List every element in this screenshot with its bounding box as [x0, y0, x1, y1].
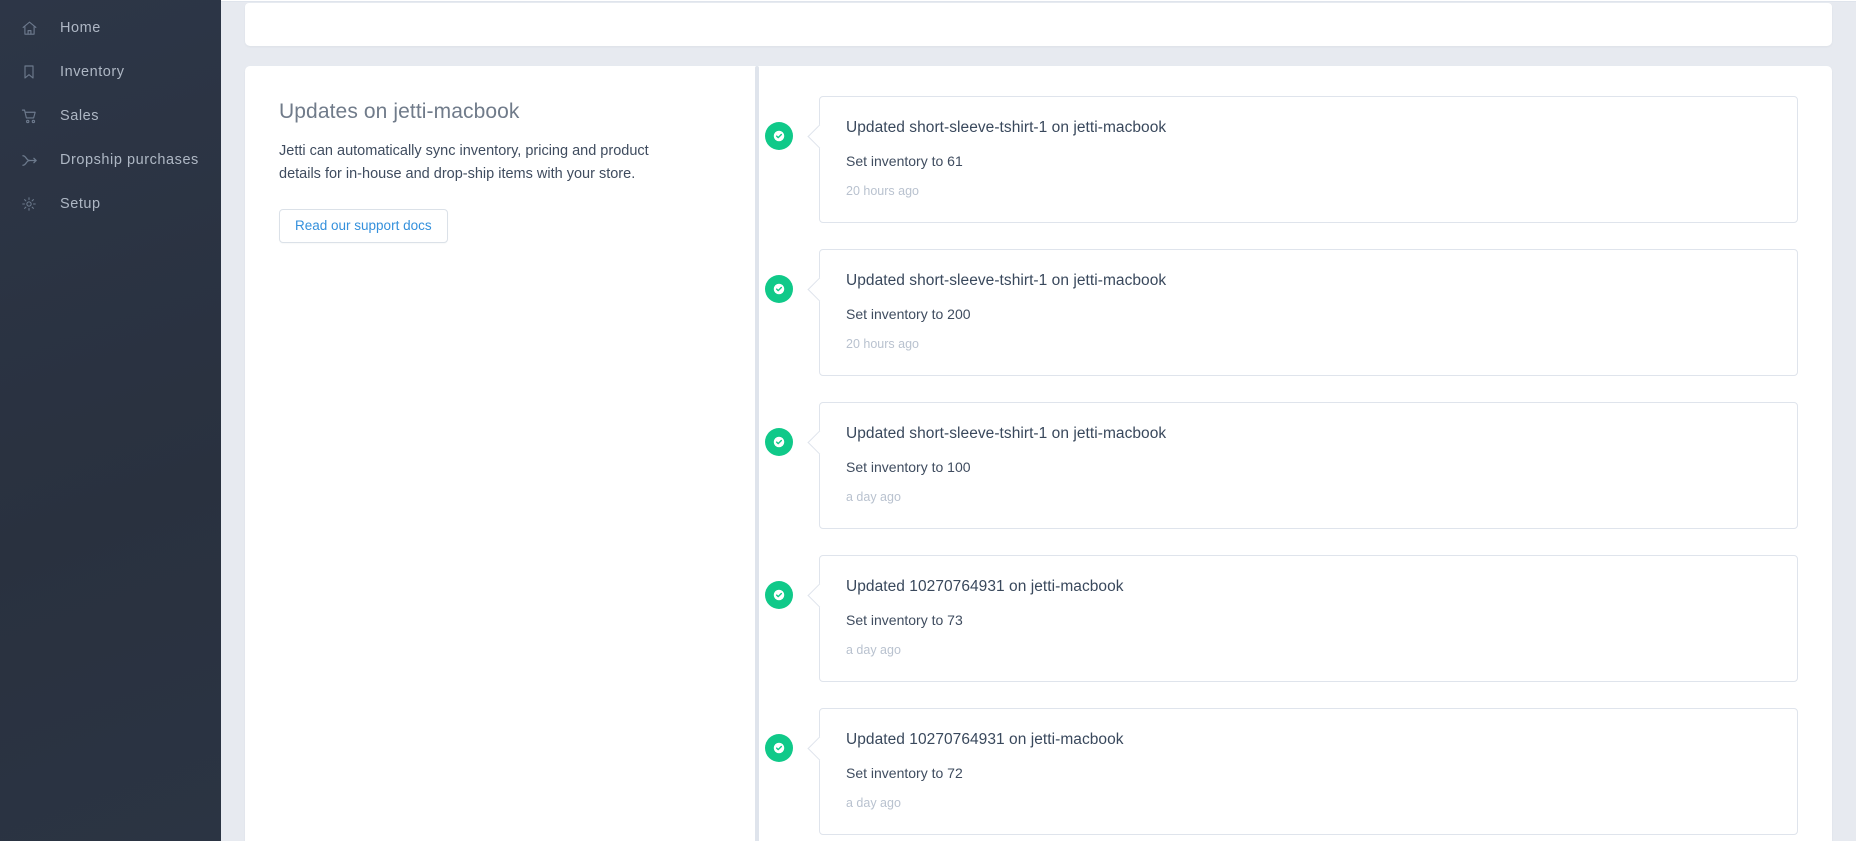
sidebar-item-label: Inventory: [60, 64, 125, 80]
timeline-timestamp: a day ago: [846, 490, 901, 504]
read-support-docs-button[interactable]: Read our support docs: [279, 208, 448, 244]
top-divider: [221, 0, 1856, 2]
timeline-detail: Set inventory to 61: [846, 153, 963, 169]
bookmark-icon: [18, 61, 40, 83]
sidebar-item-label: Setup: [60, 196, 101, 212]
timeline-detail: Set inventory to 100: [846, 459, 971, 475]
timeline-card[interactable]: Updated short-sleeve-tshirt-1 on jetti-m…: [819, 249, 1798, 376]
main-content: Updates on jetti-macbook Jetti can autom…: [221, 0, 1856, 841]
timeline-title: Updated short-sleeve-tshirt-1 on jetti-m…: [846, 425, 1167, 442]
timeline-card[interactable]: Updated short-sleeve-tshirt-1 on jetti-m…: [819, 96, 1798, 223]
timeline-card[interactable]: Updated short-sleeve-tshirt-1 on jetti-m…: [819, 402, 1798, 529]
timeline-timestamp: 20 hours ago: [846, 184, 919, 198]
updates-panel: Updates on jetti-macbook Jetti can autom…: [245, 66, 1832, 841]
timeline-entry: Updated 10270764931 on jetti-macbook Set…: [741, 555, 1798, 682]
timeline-title: Updated short-sleeve-tshirt-1 on jetti-m…: [846, 272, 1167, 289]
timeline-title: Updated 10270764931 on jetti-macbook: [846, 731, 1124, 748]
check-circle-icon: [765, 734, 793, 762]
timeline-title: Updated short-sleeve-tshirt-1 on jetti-m…: [846, 119, 1167, 136]
sidebar-item-dropship-purchases[interactable]: Dropship purchases: [0, 138, 221, 182]
gear-icon: [18, 193, 40, 215]
timeline-entry: Updated short-sleeve-tshirt-1 on jetti-m…: [741, 249, 1798, 376]
sidebar: Home Inventory Sales Dropship purchases …: [0, 0, 221, 841]
page-title: Updates on jetti-macbook: [279, 100, 520, 123]
app-root: Home Inventory Sales Dropship purchases …: [0, 0, 1856, 841]
top-panel-card: [245, 3, 1832, 46]
timeline-entry: Updated 10270764931 on jetti-macbook Set…: [741, 708, 1798, 835]
home-icon: [18, 17, 40, 39]
timeline-entry: Updated short-sleeve-tshirt-1 on jetti-m…: [741, 402, 1798, 529]
sidebar-item-label: Sales: [60, 108, 100, 124]
timeline-title: Updated 10270764931 on jetti-macbook: [846, 578, 1124, 595]
timeline-timestamp: a day ago: [846, 643, 901, 657]
timeline-detail: Set inventory to 73: [846, 612, 963, 628]
check-circle-icon: [765, 275, 793, 303]
updates-info-column: Updates on jetti-macbook Jetti can autom…: [279, 96, 719, 841]
sidebar-item-home[interactable]: Home: [0, 6, 221, 50]
sidebar-item-inventory[interactable]: Inventory: [0, 50, 221, 94]
timeline-timestamp: a day ago: [846, 796, 901, 810]
check-circle-icon: [765, 122, 793, 150]
sidebar-item-label: Home: [60, 20, 101, 36]
updates-timeline: Updated short-sleeve-tshirt-1 on jetti-m…: [719, 66, 1798, 841]
arrow-branch-icon: [18, 149, 40, 171]
check-circle-icon: [765, 428, 793, 456]
timeline-card[interactable]: Updated 10270764931 on jetti-macbook Set…: [819, 708, 1798, 835]
timeline-card[interactable]: Updated 10270764931 on jetti-macbook Set…: [819, 555, 1798, 682]
page-description: Jetti can automatically sync inventory, …: [279, 143, 649, 183]
timeline-detail: Set inventory to 200: [846, 306, 971, 322]
shopping-cart-icon: [18, 105, 40, 127]
sidebar-item-sales[interactable]: Sales: [0, 94, 221, 138]
timeline-timestamp: 20 hours ago: [846, 337, 919, 351]
timeline-detail: Set inventory to 72: [846, 765, 963, 781]
check-circle-icon: [765, 581, 793, 609]
sidebar-item-setup[interactable]: Setup: [0, 182, 221, 226]
sidebar-item-label: Dropship purchases: [60, 152, 199, 168]
timeline-entry: Updated short-sleeve-tshirt-1 on jetti-m…: [741, 96, 1798, 223]
